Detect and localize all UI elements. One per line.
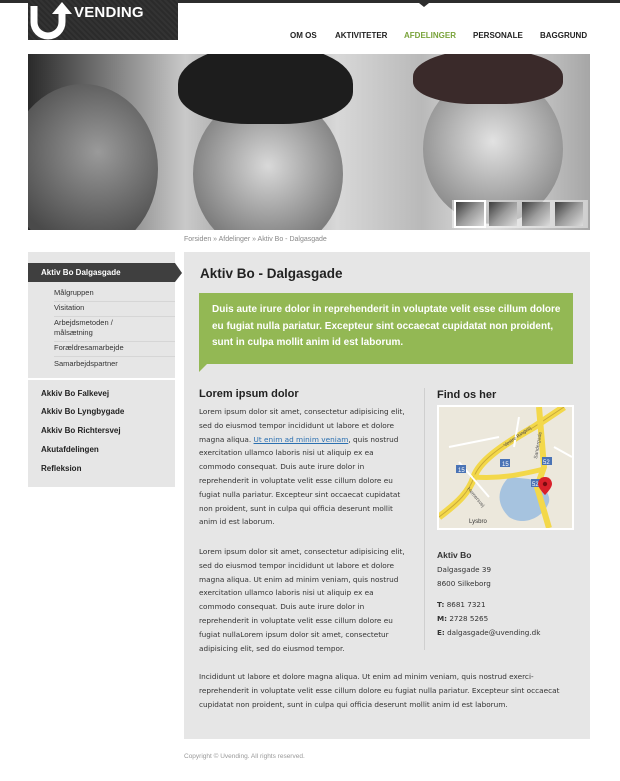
- map-label-road-number: 15: [502, 462, 509, 468]
- sidebar-subitem-arbejdsmetoden[interactable]: Arbejdsmetoden / målsætning: [54, 318, 149, 338]
- column-divider: [424, 388, 425, 650]
- sidebar-subitem-visitation[interactable]: Visitation: [54, 303, 84, 313]
- address-name: Aktiv Bo: [437, 550, 472, 560]
- label: E:: [437, 628, 445, 637]
- hero-thumbnail-4[interactable]: [555, 202, 583, 226]
- callout-tail: [199, 364, 207, 372]
- sidebar-item-active[interactable]: Aktiv Bo Dalgasgade: [28, 263, 175, 282]
- location-map[interactable]: 15 52 15 52 Vestre Ringvej Sandergade He…: [437, 405, 574, 530]
- hero-thumbnail-2[interactable]: [489, 202, 517, 226]
- sidebar-item-akutafdelingen[interactable]: Akutafdelingen: [41, 445, 99, 454]
- main-content: Aktiv Bo - Dalgasgade Duis aute irure do…: [184, 252, 590, 739]
- sidebar-active-arrow: [175, 263, 182, 282]
- page-title: Aktiv Bo - Dalgasgade: [200, 266, 343, 281]
- main-nav: OM OS AKTIVITETER AFDELINGER PERSONALE B…: [0, 31, 620, 45]
- address-city: 8600 Silkeborg: [437, 579, 491, 588]
- inline-link[interactable]: Ut enim ad minim veniam: [254, 435, 349, 444]
- map-label-road-number: 15: [458, 468, 465, 474]
- map-label-place: Lysbro: [469, 519, 487, 525]
- breadcrumb[interactable]: Forsiden » Afdelinger » Aktiv Bo - Dalga…: [184, 236, 327, 243]
- sidebar-item-refleksion[interactable]: Refleksion: [41, 464, 81, 473]
- address-street: Dalgasgade 39: [437, 565, 492, 574]
- nav-item-afdelinger[interactable]: AFDELINGER: [404, 31, 456, 40]
- paragraph-1: Lorem ipsum dolor sit amet, consectetur …: [199, 405, 412, 529]
- paragraph-3: Incididunt ut labore et dolore magna ali…: [199, 672, 560, 709]
- divider: [54, 316, 175, 317]
- address-phone: T: 8681 7321: [437, 598, 486, 611]
- map-label-road-number: 52: [543, 460, 550, 466]
- nav-item-aktiviteter[interactable]: AKTIVITETER: [335, 31, 387, 40]
- logo-text: VENDING: [74, 4, 144, 21]
- hero-thumbnail-1[interactable]: [454, 200, 486, 228]
- sidebar-item-richtersvej[interactable]: Akkiv Bo Richtersvej: [41, 426, 121, 435]
- map-graphic: 15 52 15 52 Vestre Ringvej Sandergade He…: [439, 407, 572, 528]
- find-us-title: Find os her: [437, 389, 497, 401]
- nav-item-om-os[interactable]: OM OS: [290, 31, 317, 40]
- sidebar-subitem-samarbejdspartner[interactable]: Samarbejdspartner: [54, 359, 118, 369]
- nav-item-personale[interactable]: PERSONALE: [473, 31, 523, 40]
- section-title: Lorem ipsum dolor: [199, 388, 299, 400]
- label: M:: [437, 614, 448, 623]
- footer-copyright: Copyright © Uvending. All rights reserve…: [184, 753, 305, 760]
- divider: [54, 356, 175, 357]
- address-mobile: M: 2728 5265: [437, 612, 488, 625]
- address-email: E: dalgasgade@uvending.dk: [437, 626, 540, 639]
- hero-thumbnail-3[interactable]: [522, 202, 550, 226]
- nav-active-indicator: [419, 3, 429, 7]
- callout-text: Duis aute irure dolor in reprehenderit i…: [212, 304, 561, 348]
- sidebar-item-label: Aktiv Bo Dalgasgade: [41, 268, 121, 277]
- sidebar-item-lyngbygade[interactable]: Akkiv Bo Lyngbygade: [41, 407, 124, 416]
- divider: [54, 301, 175, 302]
- email-link[interactable]: dalgasgade@uvending.dk: [447, 628, 540, 637]
- divider: [28, 378, 175, 380]
- sidebar-subitem-maalgruppen[interactable]: Målgruppen: [54, 288, 94, 298]
- label: T:: [437, 600, 445, 609]
- hero-thumbnails: [452, 200, 588, 228]
- paragraph-text: , quis nostrud exercitation ullamco labo…: [199, 434, 401, 527]
- sidebar-subitem-foraeldresamarbejde[interactable]: Forældresamarbejde: [54, 343, 124, 353]
- phone-value[interactable]: 8681 7321: [447, 600, 486, 609]
- callout-box: Duis aute irure dolor in reprehenderit i…: [199, 293, 573, 364]
- hero-image: [28, 54, 590, 230]
- sidebar: Aktiv Bo Dalgasgade Målgruppen Visitatio…: [28, 252, 182, 487]
- divider: [54, 341, 175, 342]
- mobile-value[interactable]: 2728 5265: [449, 614, 488, 623]
- paragraph-2: Lorem ipsum dolor sit amet, consectetur …: [199, 547, 405, 653]
- nav-item-baggrund[interactable]: BAGGRUND: [540, 31, 587, 40]
- sidebar-item-falkevej[interactable]: Akkiv Bo Falkevej: [41, 389, 109, 398]
